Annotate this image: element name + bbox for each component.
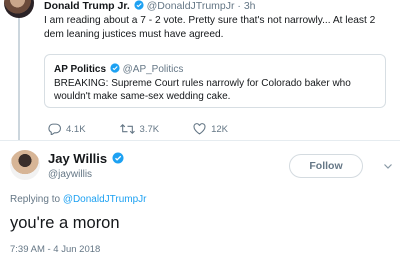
- main-author-name-row: Jay Willis: [48, 151, 124, 166]
- verified-badge-icon: [110, 63, 120, 73]
- author-handle[interactable]: @jaywillis: [48, 169, 92, 180]
- tweet-time[interactable]: 3h: [244, 0, 256, 12]
- reply-count: 4.1K: [66, 123, 86, 135]
- tweet-text: you're a moron: [10, 214, 120, 232]
- reply-button[interactable]: 4.1K: [48, 123, 86, 135]
- retweet-button[interactable]: 3.7K: [119, 123, 160, 135]
- replying-to-handle-link[interactable]: @DonaldJTrumpJr: [63, 194, 147, 205]
- quoted-tweet-header: AP Politics @AP_Politics: [54, 63, 183, 75]
- divider: [0, 140, 400, 141]
- chevron-down-icon[interactable]: [382, 160, 394, 172]
- reply-icon: [48, 123, 61, 135]
- heart-icon: [193, 123, 206, 135]
- author-name[interactable]: Donald Trump Jr.: [44, 0, 130, 12]
- tweet-actions: 4.1K 3.7K 12K: [48, 122, 262, 136]
- avatar[interactable]: [10, 150, 40, 180]
- retweet-count: 3.7K: [139, 123, 160, 135]
- quoted-author-handle: @AP_Politics: [122, 64, 184, 75]
- author-handle[interactable]: @DonaldJTrumpJr: [147, 0, 235, 12]
- author-name[interactable]: Jay Willis: [48, 151, 107, 166]
- avatar[interactable]: [4, 0, 34, 18]
- like-count: 12K: [211, 123, 228, 135]
- like-button[interactable]: 12K: [193, 123, 228, 135]
- separator: ·: [237, 0, 241, 12]
- parent-tweet-header: Donald Trump Jr. @DonaldJTrumpJr · 3h: [44, 0, 256, 12]
- follow-button[interactable]: Follow: [289, 154, 363, 178]
- quoted-tweet[interactable]: AP Politics @AP_Politics BREAKING: Supre…: [44, 54, 386, 108]
- verified-badge-icon: [112, 152, 124, 164]
- verified-badge-icon: [134, 0, 144, 10]
- quoted-tweet-text: BREAKING: Supreme Court rules narrowly f…: [54, 78, 351, 102]
- quoted-author-name: AP Politics: [54, 64, 107, 75]
- retweet-icon: [119, 123, 135, 135]
- parent-tweet[interactable]: Donald Trump Jr. @DonaldJTrumpJr · 3h I …: [0, 0, 400, 140]
- replying-to-label: Replying to: [10, 194, 61, 205]
- timestamp[interactable]: 7:39 AM - 4 Jun 2018: [10, 244, 100, 255]
- tweet-text: I am reading about a 7 - 2 vote. Pretty …: [44, 15, 376, 40]
- thread-line: [18, 16, 20, 140]
- replying-to: Replying to @DonaldJTrumpJr: [10, 194, 147, 205]
